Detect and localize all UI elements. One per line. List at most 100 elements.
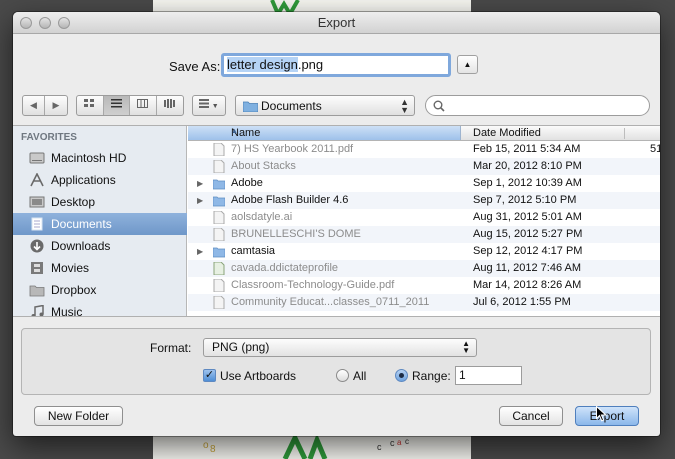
expand-dialog-button[interactable]: ▲ bbox=[457, 55, 478, 74]
documents-folder-icon bbox=[243, 101, 258, 112]
save-as-label: Save As: bbox=[169, 59, 221, 74]
file-name: aolsdatyle.ai bbox=[231, 211, 293, 223]
file-icon bbox=[213, 228, 225, 241]
folder-icon bbox=[213, 179, 225, 190]
file-icon bbox=[213, 279, 225, 292]
location-label: Documents bbox=[261, 99, 322, 113]
sidebar-item-macintosh-hd[interactable]: Macintosh HD bbox=[13, 147, 187, 169]
use-artboards-checkbox[interactable]: ✓ bbox=[203, 369, 216, 382]
file-row[interactable]: About Stacks Mar 20, 2012 8:10 PM bbox=[188, 158, 660, 175]
forward-icon[interactable]: ▶ bbox=[45, 96, 67, 115]
sidebar-item-documents[interactable]: Documents bbox=[13, 213, 187, 235]
range-input[interactable]: 1 bbox=[455, 366, 522, 385]
back-icon[interactable]: ◀ bbox=[23, 96, 45, 115]
new-folder-button[interactable]: New Folder bbox=[34, 406, 123, 426]
file-icon bbox=[213, 211, 225, 224]
export-button[interactable]: Export bbox=[575, 406, 639, 426]
file-date: Aug 11, 2012 7:46 AM bbox=[473, 262, 582, 274]
window-title: Export bbox=[317, 15, 356, 30]
sidebar-item-dropbox[interactable]: Dropbox bbox=[13, 279, 187, 301]
svg-text:8: 8 bbox=[210, 444, 216, 455]
file-name: Community Educat...classes_0711_2011 bbox=[231, 296, 430, 308]
name-column-header[interactable]: Name ▲ bbox=[188, 126, 461, 140]
range-radio[interactable] bbox=[395, 369, 408, 382]
format-label: Format: bbox=[150, 341, 192, 355]
file-row[interactable]: 7) HS Yearbook 2011.pdf Feb 15, 2011 5:3… bbox=[188, 141, 660, 158]
documents-icon bbox=[31, 217, 43, 231]
file-date: Aug 31, 2012 5:01 AM bbox=[473, 211, 582, 223]
list-view-icon[interactable] bbox=[103, 96, 130, 115]
format-dropdown[interactable]: PNG (png) ▲ ▼ bbox=[203, 338, 477, 357]
file-row[interactable]: BRUNELLESCHI'S DOME Aug 15, 2012 5:27 PM bbox=[188, 226, 660, 243]
file-name: BRUNELLESCHI'S DOME bbox=[231, 228, 361, 240]
file-name: Classroom-Technology-Guide.pdf bbox=[231, 279, 395, 291]
file-browser: FAVORITES Macintosh HD Applications Desk… bbox=[13, 125, 660, 317]
all-radio[interactable] bbox=[336, 369, 349, 382]
sort-ascending-icon: ▲ bbox=[231, 128, 238, 135]
music-icon bbox=[31, 305, 44, 316]
folder-name: camtasia bbox=[231, 245, 276, 257]
folder-name: Adobe Flash Builder 4.6 bbox=[231, 194, 349, 206]
svg-text:c: c bbox=[390, 438, 395, 448]
minimize-window-icon[interactable] bbox=[39, 17, 51, 29]
search-field[interactable] bbox=[425, 95, 650, 116]
column-view-icon[interactable] bbox=[130, 96, 157, 115]
svg-text:a: a bbox=[397, 438, 402, 447]
zoom-window-icon[interactable] bbox=[58, 17, 70, 29]
save-as-input[interactable]: letter design.png bbox=[221, 53, 451, 77]
icon-view-icon[interactable] bbox=[77, 96, 104, 115]
folder-icon bbox=[213, 247, 225, 258]
file-row[interactable]: aolsdatyle.ai Aug 31, 2012 5:01 AM bbox=[188, 209, 660, 226]
file-row[interactable]: Classroom-Technology-Guide.pdf Mar 14, 2… bbox=[188, 277, 660, 294]
sidebar-item-label: Dropbox bbox=[51, 283, 97, 297]
folder-name: Adobe bbox=[231, 177, 263, 189]
range-radio-label: Range: bbox=[412, 369, 451, 383]
file-date: Jul 6, 2012 1:55 PM bbox=[473, 296, 571, 308]
applications-icon bbox=[30, 173, 44, 187]
sidebar-item-label: Desktop bbox=[51, 195, 96, 209]
svg-text:c: c bbox=[377, 442, 382, 452]
file-row[interactable]: cavada.ddictateprofile Aug 11, 2012 7:46… bbox=[188, 260, 660, 277]
close-window-icon[interactable] bbox=[20, 17, 32, 29]
location-dropdown[interactable]: Documents ▲ ▼ bbox=[235, 95, 415, 116]
file-extra: 51 bbox=[650, 143, 660, 155]
sidebar-item-label: Downloads bbox=[51, 239, 111, 253]
sidebar-item-movies[interactable]: Movies bbox=[13, 257, 187, 279]
updown-chevron-icon: ▲ ▼ bbox=[400, 97, 409, 115]
arrange-menu-button[interactable]: ▼ bbox=[192, 95, 226, 116]
cancel-button[interactable]: Cancel bbox=[499, 406, 563, 426]
save-as-selected-text: letter design bbox=[227, 57, 298, 72]
movies-icon bbox=[31, 262, 43, 274]
file-icon bbox=[213, 160, 225, 173]
sidebar-item-music[interactable]: Music bbox=[13, 301, 187, 316]
folder-row[interactable]: ▶ camtasia Sep 12, 2012 4:17 PM bbox=[188, 243, 660, 260]
disclosure-triangle-icon[interactable]: ▶ bbox=[197, 192, 203, 209]
folder-row[interactable]: ▶ Adobe Sep 1, 2012 10:39 AM bbox=[188, 175, 660, 192]
use-artboards-label: Use Artboards bbox=[220, 369, 297, 383]
file-date: Sep 12, 2012 4:17 PM bbox=[473, 245, 583, 257]
file-date: Feb 15, 2011 5:34 AM bbox=[473, 143, 581, 155]
sidebar-item-downloads[interactable]: Downloads bbox=[13, 235, 187, 257]
sidebar-item-applications[interactable]: Applications bbox=[13, 169, 187, 191]
sidebar-item-desktop[interactable]: Desktop bbox=[13, 191, 187, 213]
all-radio-label: All bbox=[353, 369, 367, 383]
file-list: Name ▲ Date Modified 7) HS Yearbook 2011… bbox=[188, 126, 660, 316]
disclosure-triangle-icon[interactable]: ▶ bbox=[197, 243, 203, 260]
disk-icon bbox=[29, 152, 45, 164]
file-date: Sep 7, 2012 5:10 PM bbox=[473, 194, 577, 206]
folder-row[interactable]: ▶ Adobe Flash Builder 4.6 Sep 7, 2012 5:… bbox=[188, 192, 660, 209]
date-column-header[interactable]: Date Modified bbox=[473, 127, 541, 139]
title-bar: Export bbox=[13, 12, 660, 34]
desktop-icon bbox=[29, 196, 45, 208]
file-icon bbox=[213, 143, 225, 156]
downloads-icon bbox=[30, 239, 44, 253]
svg-text:o: o bbox=[203, 440, 209, 451]
file-date: Sep 1, 2012 10:39 AM bbox=[473, 177, 582, 189]
coverflow-view-icon[interactable] bbox=[157, 96, 183, 115]
file-row[interactable]: Community Educat...classes_0711_2011 Jul… bbox=[188, 294, 660, 311]
file-name: About Stacks bbox=[231, 160, 296, 172]
disclosure-triangle-icon[interactable]: ▶ bbox=[197, 175, 203, 192]
column-header: Name ▲ Date Modified bbox=[188, 126, 660, 141]
triangle-up-icon: ▲ bbox=[463, 60, 472, 69]
back-forward-control: ◀ ▶ bbox=[22, 95, 68, 116]
